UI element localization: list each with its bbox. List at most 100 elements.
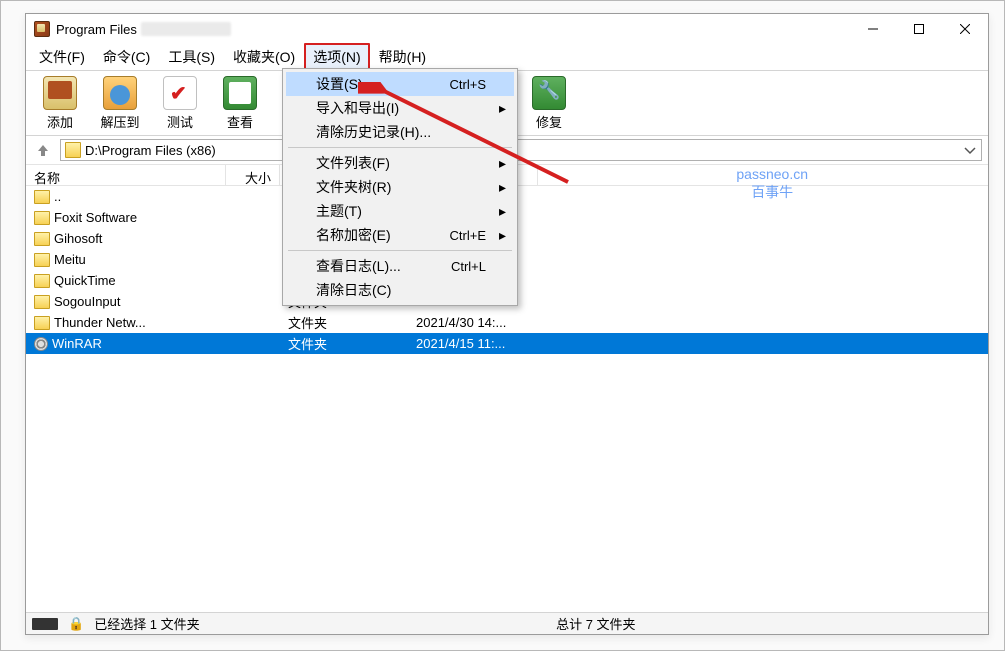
close-button[interactable] [942,14,988,44]
status-right: 总计 7 文件夹 [556,614,635,633]
menu-item-label: 查看日志(L)... [316,256,401,276]
watermark-line2: 百事牛 [736,182,808,202]
file-name: Foxit Software [54,210,137,225]
menu-item-label: 导入和导出(I) [316,98,399,118]
options-dropdown: 设置(S)... Ctrl+S 导入和导出(I) ▸ 清除历史记录(H)... 文件列表(… [282,68,518,306]
file-name: Gihosoft [54,231,102,246]
folder-icon [34,274,50,288]
window-title: Program Files [56,22,137,37]
column-size[interactable]: 大小 [226,165,280,185]
menu-tools[interactable]: 工具(S) [159,43,224,71]
status-drive-icon [32,618,58,630]
menu-item[interactable]: 清除日志(C) [286,278,514,302]
extract-icon [103,76,137,110]
test-icon [163,76,197,110]
submenu-arrow-icon: ▸ [499,203,506,220]
minimize-icon [868,24,878,34]
folder-icon [34,211,50,225]
maximize-icon [914,24,924,34]
menu-item[interactable]: 文件夹树(R) ▸ [286,175,514,199]
toolbar-repair[interactable]: 修复 [519,72,579,134]
file-name: QuickTime [54,273,116,288]
toolbar-test-label: 测试 [167,112,193,131]
app-icon [34,21,50,37]
up-arrow-icon [36,143,50,157]
file-row[interactable]: WinRAR 文件夹2021/4/15 11:... [26,333,988,354]
menu-help[interactable]: 帮助(H) [370,43,435,71]
submenu-arrow-icon: ▸ [499,227,506,244]
lock-icon: 🔒 [68,616,84,632]
watermark: passneo.cn 百事牛 [736,166,808,202]
menu-item[interactable]: 主题(T) ▸ [286,199,514,223]
chevron-down-icon [963,143,977,157]
folder-icon [34,295,50,309]
menu-item-label: 设置(S)... [316,74,374,94]
menu-item[interactable]: 名称加密(E) Ctrl+E ▸ [286,223,514,247]
toolbar-view-label: 查看 [227,112,253,131]
toolbar-test[interactable]: 测试 [150,72,210,134]
menu-shortcut: Ctrl+E [450,228,486,243]
folder-icon [34,190,50,204]
menu-bar: 文件(F) 命令(C) 工具(S) 收藏夹(O) 选项(N) 帮助(H) [26,44,988,70]
toolbar-view[interactable]: 查看 [210,72,270,134]
folder-icon [65,142,81,158]
menu-command[interactable]: 命令(C) [94,43,159,71]
menu-item[interactable]: 设置(S)... Ctrl+S [286,72,514,96]
menu-separator [288,147,512,148]
file-date: 2021/4/30 14:... [408,315,538,330]
file-type: 文件夹 [280,334,408,353]
folder-icon [34,232,50,246]
menu-item[interactable]: 清除历史记录(H)... [286,120,514,144]
file-date: 2021/4/15 11:... [408,336,538,351]
address-path: D:\Program Files (x86) [85,143,216,158]
toolbar-extract[interactable]: 解压到 [90,72,150,134]
maximize-button[interactable] [896,14,942,44]
menu-item-label: 主题(T) [316,201,362,221]
app-window: Program Files 文件(F) 命令(C) 工具(S) 收藏夹(O) 选… [25,13,989,635]
close-icon [960,24,970,34]
menu-item-label: 清除日志(C) [316,280,391,300]
file-name: SogouInput [54,294,121,309]
view-icon [223,76,257,110]
toolbar-add-label: 添加 [47,112,73,131]
toolbar-add[interactable]: 添加 [30,72,90,134]
address-box[interactable]: D:\Program Files (x86) [60,139,982,161]
menu-favorites[interactable]: 收藏夹(O) [224,43,304,71]
menu-item-label: 文件列表(F) [316,153,390,173]
disc-icon [34,337,48,351]
menu-item[interactable]: 查看日志(L)... Ctrl+L [286,254,514,278]
status-left: 已经选择 1 文件夹 [94,614,199,633]
menu-item-label: 文件夹树(R) [316,177,391,197]
menu-shortcut: Ctrl+L [451,259,486,274]
title-blur [141,22,231,36]
watermark-line1: passneo.cn [736,166,808,182]
repair-icon [532,76,566,110]
menu-separator [288,250,512,251]
submenu-arrow-icon: ▸ [499,100,506,117]
toolbar-repair-label: 修复 [536,112,562,131]
file-name: Thunder Netw... [54,315,146,330]
add-icon [43,76,77,110]
status-bar: 🔒 已经选择 1 文件夹 总计 7 文件夹 [26,612,988,634]
title-bar: Program Files [26,14,988,44]
menu-file[interactable]: 文件(F) [30,43,94,71]
file-type: 文件夹 [280,313,408,332]
file-row[interactable]: Thunder Netw... 文件夹2021/4/30 14:... [26,312,988,333]
toolbar-extract-label: 解压到 [100,112,139,131]
file-name: Meitu [54,252,86,267]
minimize-button[interactable] [850,14,896,44]
file-name: .. [54,189,61,204]
submenu-arrow-icon: ▸ [499,155,506,172]
column-name[interactable]: 名称 [26,165,226,185]
file-name: WinRAR [52,336,102,351]
folder-icon [34,253,50,267]
menu-item-label: 名称加密(E) [316,225,391,245]
submenu-arrow-icon: ▸ [499,179,506,196]
menu-item[interactable]: 文件列表(F) ▸ [286,151,514,175]
menu-shortcut: Ctrl+S [450,77,486,92]
menu-item-label: 清除历史记录(H)... [316,122,431,142]
menu-options[interactable]: 选项(N) [304,43,369,71]
up-button[interactable] [32,139,54,161]
menu-item[interactable]: 导入和导出(I) ▸ [286,96,514,120]
folder-icon [34,316,50,330]
